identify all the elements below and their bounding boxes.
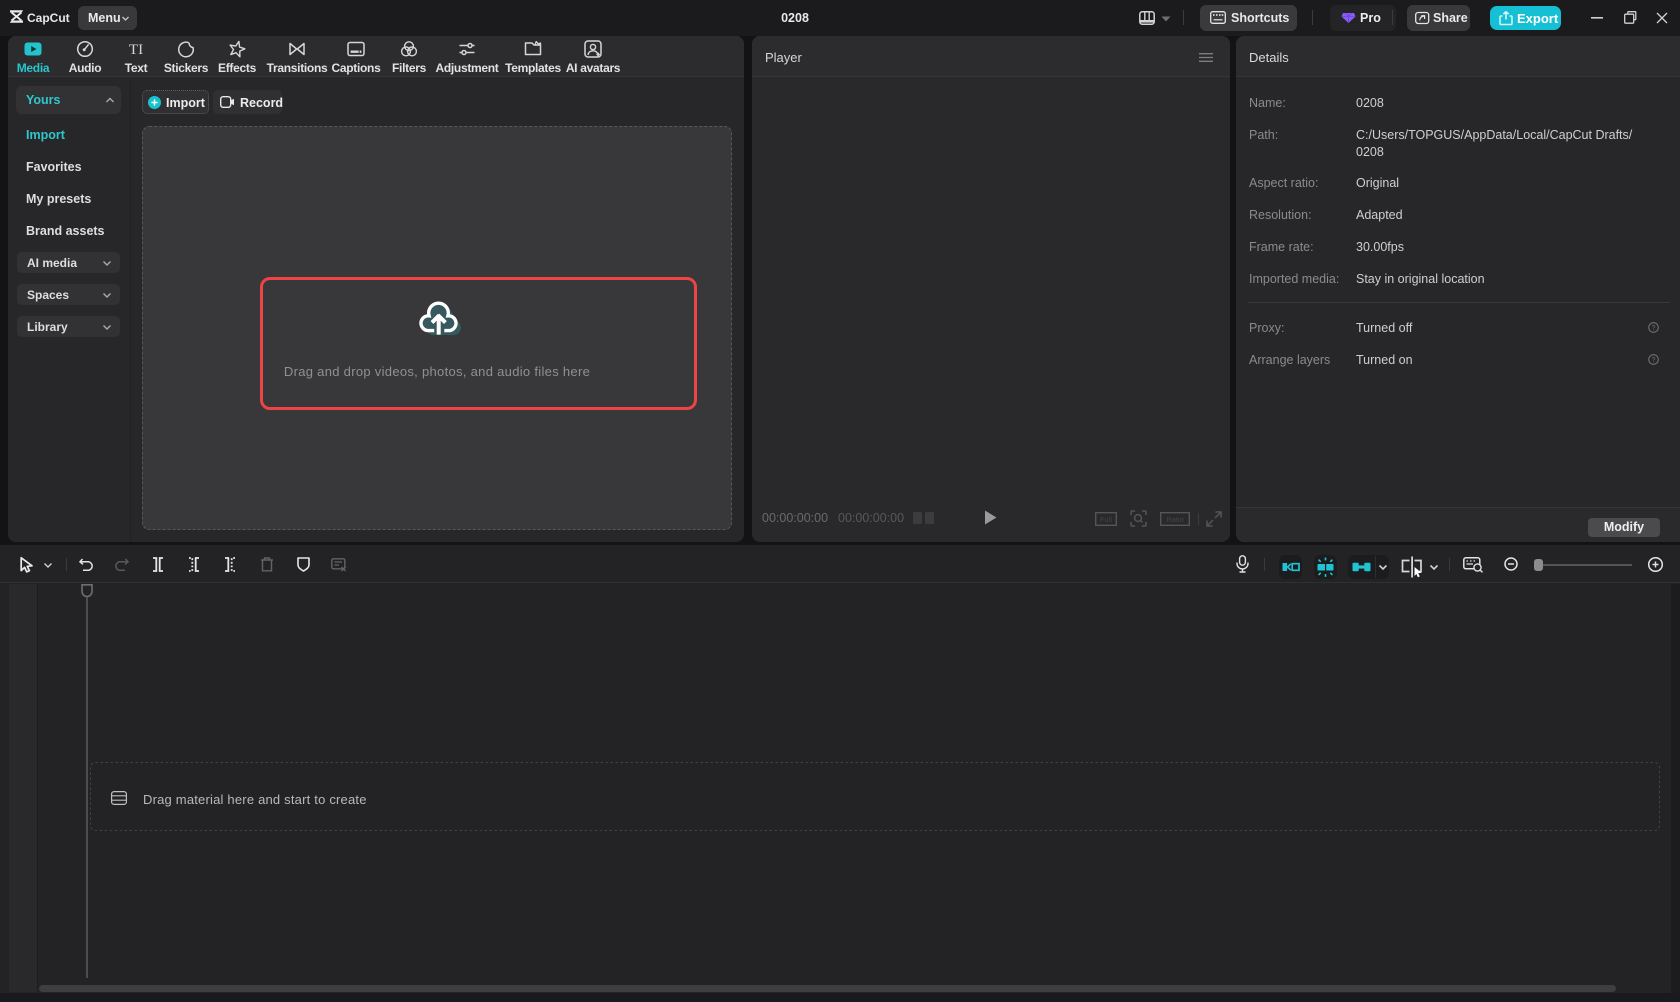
- svg-text:TI: TI: [129, 42, 143, 58]
- svg-text:?: ?: [1652, 357, 1656, 364]
- svg-text:Ratio: Ratio: [1166, 515, 1184, 524]
- svg-text:Full: Full: [1100, 515, 1112, 524]
- svg-text:?: ?: [1652, 325, 1656, 332]
